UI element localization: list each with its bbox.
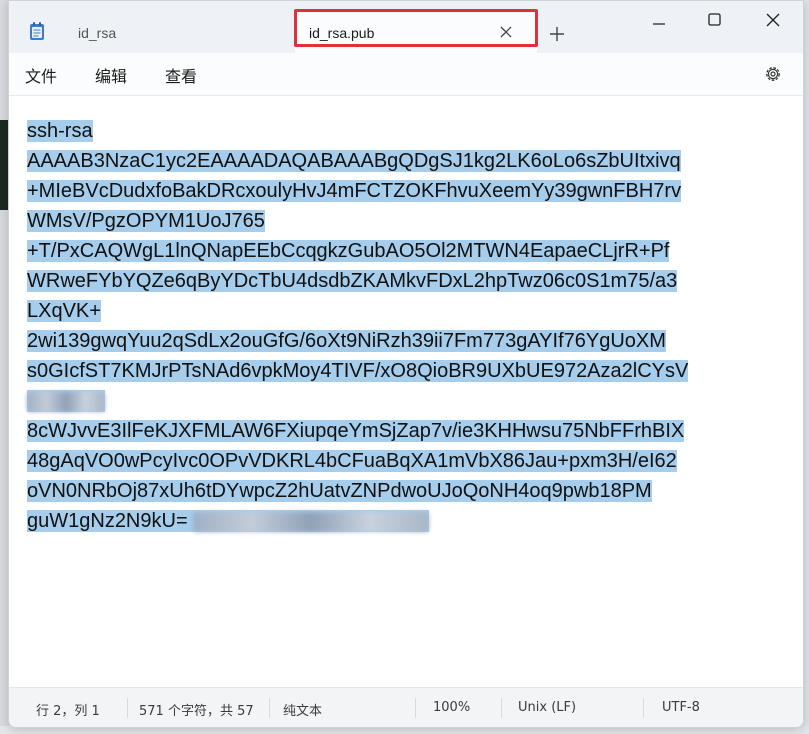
redacted-text (27, 391, 105, 412)
character-count: 571 个字符，共 57 (139, 704, 254, 719)
menu-bar: 文件 编辑 查看 (9, 53, 803, 96)
menu-edit[interactable]: 编辑 (95, 63, 127, 87)
close-icon[interactable] (753, 5, 793, 35)
editor-line-redacted (27, 386, 105, 416)
tab-close-icon[interactable] (497, 23, 515, 41)
tab-label: id_rsa (78, 25, 117, 41)
editor-line: WMsV/PgzOPYM1UoJ765 (27, 210, 265, 232)
editor-line: ssh-rsa (27, 120, 93, 142)
tab-id-rsa-pub[interactable]: id_rsa.pub (295, 11, 537, 53)
status-divider (501, 698, 502, 718)
line-ending[interactable]: Unix (LF) (518, 700, 576, 715)
tab-label: id_rsa.pub (309, 25, 375, 41)
menu-file[interactable]: 文件 (25, 63, 57, 87)
editor-line: +MIeBVcDudxfoBakDRcxoulyHvJ4mFCTZOKFhvuX… (27, 180, 682, 202)
redacted-text (193, 511, 430, 532)
editor-line: 48gAqVO0wPcyIvc0OPvVDKRL4bCFuaBqXA1mVbX8… (27, 450, 677, 472)
status-divider (127, 698, 128, 718)
status-divider (643, 698, 644, 718)
notepad-window: id_rsa id_rsa.pub 文件 编辑 查看 ssh-rsa AAAAB… (8, 0, 804, 728)
menu-view[interactable]: 查看 (165, 63, 197, 87)
title-bar: id_rsa id_rsa.pub (9, 1, 803, 53)
encoding[interactable]: UTF-8 (662, 700, 700, 715)
zoom-level[interactable]: 100% (433, 700, 470, 715)
editor-line: WRweFYbYQZe6qByYDcTbU4dsdbZKAMkvFDxL2hpT… (27, 270, 678, 292)
status-divider (415, 698, 416, 718)
editor-line: AAAAB3NzaC1yc2EAAAADAQABAAABgQDgSJ1kg2LK… (27, 150, 681, 172)
cursor-position: 行 2，列 1 (36, 704, 100, 719)
gear-icon[interactable] (763, 64, 783, 84)
file-format[interactable]: 纯文本 (283, 700, 322, 719)
editor-line: 2wi139gwqYuu2qSdLx2ouGfG/6oXt9NiRzh39ii7… (27, 330, 666, 352)
editor-line: guW1gNz2N9kU= (27, 506, 430, 536)
minimize-icon[interactable] (639, 5, 679, 35)
editor-line: oVN0NRbOj87xUh6tDYwpcZ2hUatvZNPdwoUJoQoN… (27, 480, 652, 502)
status-bar: 行 2，列 1 571 个字符，共 57 纯文本 100% Unix (LF) … (9, 687, 803, 727)
maximize-icon[interactable] (694, 5, 734, 35)
notepad-icon (29, 21, 45, 41)
status-divider (269, 698, 270, 718)
editor-line: LXqVK+ (27, 300, 101, 322)
editor-line: s0GIcfST7KMJrPTsNAd6vpkMoy4TIVF/xO8QioBR… (27, 360, 689, 382)
editor-line: +T/PxCAQWgL1lnQNapEEbCcqgkzGubAO5Ol2MTWN… (27, 240, 670, 262)
editor-line: 8cWJvvE3IlFeKJXFMLAW6FXiupqeYmSjZap7v/ie… (27, 420, 685, 442)
text-editor[interactable]: ssh-rsa AAAAB3NzaC1yc2EAAAADAQABAAABgQDg… (9, 96, 803, 687)
plus-icon[interactable] (547, 24, 567, 44)
tab-id-rsa[interactable]: id_rsa (61, 15, 287, 51)
